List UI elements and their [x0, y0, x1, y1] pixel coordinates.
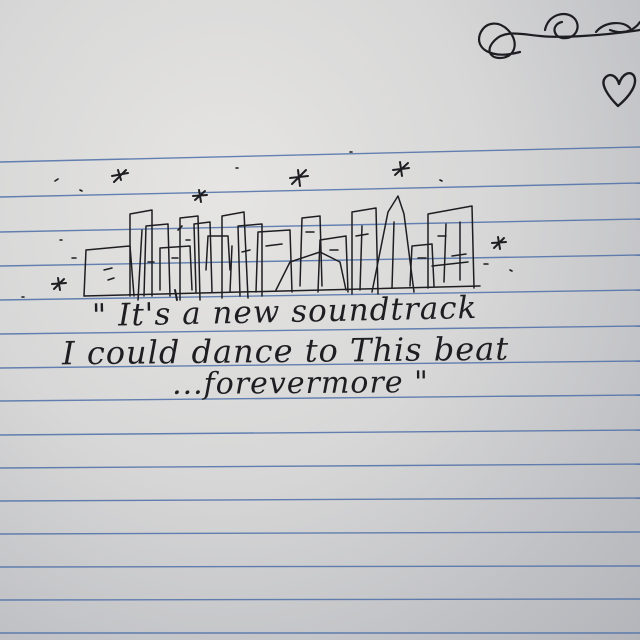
city-skyline	[59, 195, 489, 301]
heart-icon	[602, 72, 637, 108]
notebook-page: " It's a new soundtrack I could dance to…	[0, 0, 640, 640]
swirl-icon	[477, 12, 640, 60]
lyric-line-3: ...forevermore "	[171, 365, 429, 402]
sky-specks	[21, 151, 513, 298]
